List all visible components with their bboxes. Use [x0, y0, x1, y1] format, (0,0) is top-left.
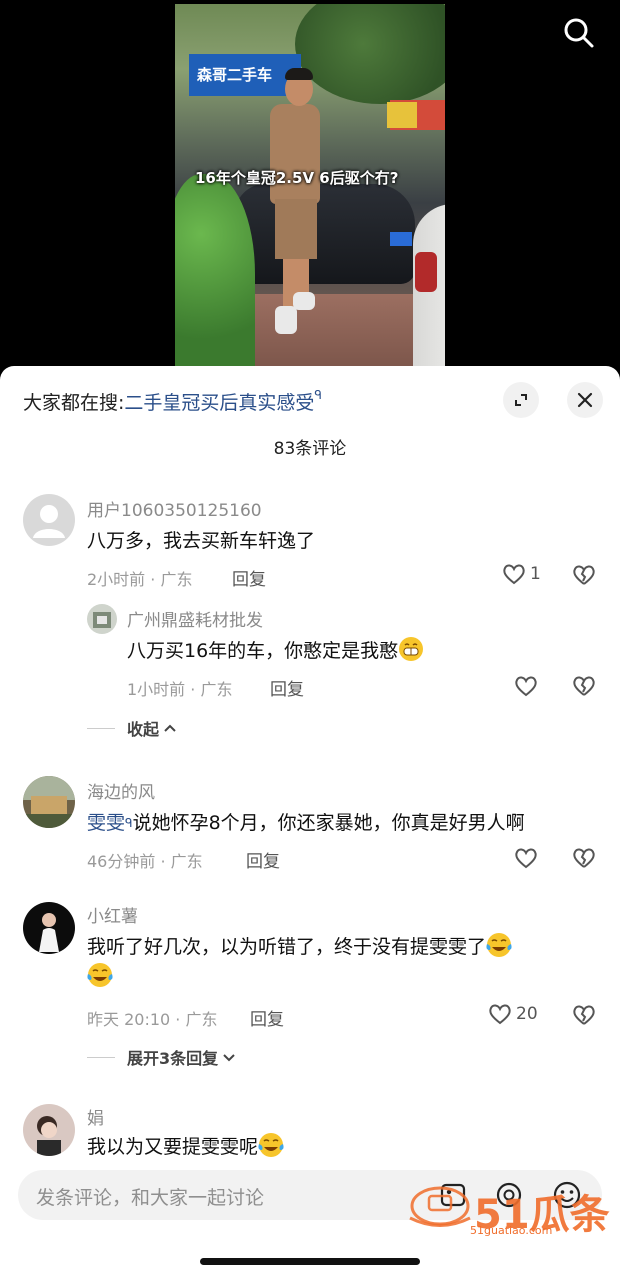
comment-location: 广东: [185, 1010, 218, 1029]
mention-link[interactable]: 雯雯: [87, 812, 125, 834]
meta-separator: ·: [150, 570, 156, 589]
expand-sheet-button[interactable]: [503, 382, 539, 418]
close-button[interactable]: [567, 382, 603, 418]
avatar[interactable]: [23, 494, 75, 546]
collapse-replies-button[interactable]: 收起: [87, 716, 178, 740]
hot-search-query[interactable]: 二手皇冠买后真实感受: [124, 392, 314, 414]
video-person-body: [270, 104, 320, 204]
reply-button[interactable]: 回复: [246, 847, 280, 872]
comment-text-body: 我以为又要提雯雯呢: [87, 1136, 259, 1158]
hot-search-prefix: 大家都在搜:: [23, 392, 125, 414]
comment-meta: 2小时前 · 广东: [87, 566, 192, 590]
broken-heart-icon[interactable]: [572, 1004, 596, 1026]
meta-separator: ·: [160, 852, 166, 871]
video-frame: 森哥二手车 16年个皇冠2.5V 6后驱个冇?: [175, 4, 445, 366]
avatar[interactable]: [23, 902, 75, 954]
grin-emoji-icon: [399, 637, 424, 661]
search-icon[interactable]: [562, 16, 596, 50]
comment-text: 八万多，我去买新车轩逸了: [87, 530, 316, 552]
meta-separator: ·: [190, 680, 196, 699]
tears-of-joy-emoji-icon: [87, 963, 113, 987]
comment-text: 我以为又要提雯雯呢: [87, 1132, 284, 1162]
avatar[interactable]: [23, 1104, 75, 1156]
video-car-plate: [390, 232, 412, 246]
like-button[interactable]: 20: [488, 1003, 538, 1025]
video-tree: [295, 4, 445, 104]
comment-text-body: 八万买16年的车，你憨定是我憨: [127, 640, 399, 662]
broken-heart-icon[interactable]: [572, 564, 596, 586]
broken-heart-icon[interactable]: [572, 847, 596, 869]
comment-location: 广东: [160, 570, 193, 589]
video-player[interactable]: 森哥二手车 16年个皇冠2.5V 6后驱个冇?: [0, 0, 620, 380]
heart-icon: [503, 564, 525, 585]
thread-line: [87, 1056, 115, 1058]
reply-button[interactable]: 回复: [232, 565, 266, 590]
expand-replies-button[interactable]: 展开3条回复: [87, 1045, 237, 1069]
comment-time: 46分钟前: [87, 852, 156, 871]
comment-time: 昨天 20:10: [87, 1010, 171, 1029]
reply-button[interactable]: 回复: [250, 1005, 284, 1030]
comment-username[interactable]: 小红薯: [87, 902, 138, 927]
comment-sheet: 大家都在搜:二手皇冠买后真实感受ᑫ 83条评论 用户1060350125160 …: [0, 366, 620, 1280]
home-indicator[interactable]: [200, 1258, 420, 1265]
comment-text: 八万买16年的车，你憨定是我憨: [127, 636, 424, 666]
search-small-icon: ᑫ: [125, 816, 133, 830]
close-icon: [577, 392, 593, 408]
chevron-down-icon: [223, 1054, 235, 1062]
store-avatar-icon: [93, 612, 111, 628]
comment-username[interactable]: 广州鼎盛耗材批发: [127, 606, 263, 631]
default-avatar-icon: [33, 505, 65, 538]
video-black-car: [235, 184, 415, 284]
person-avatar-icon: [37, 1116, 61, 1156]
comment-time: 2小时前: [87, 570, 146, 589]
expand-replies-label: 展开3条回复: [127, 1049, 219, 1068]
comment-location: 广东: [170, 852, 203, 871]
video-person-shoe: [275, 306, 297, 334]
comment-location: 广东: [200, 680, 233, 699]
video-person-shorts: [275, 199, 317, 259]
house-avatar-icon: [23, 776, 75, 828]
tears-of-joy-emoji-icon: [486, 933, 512, 957]
comment-text-body: 说她怀孕8个月，你还家暴她，你真是好男人啊: [132, 812, 525, 834]
video-person-shoe: [293, 292, 315, 310]
comment-meta: 1小时前 · 广东: [127, 676, 232, 700]
comment-text: 雯雯ᑫ说她怀孕8个月，你还家暴她，你真是好男人啊: [87, 808, 525, 838]
heart-icon[interactable]: [514, 675, 538, 697]
thread-line: [87, 727, 115, 729]
expand-icon: [515, 394, 527, 406]
comment-time: 1小时前: [127, 680, 186, 699]
video-tail-light: [415, 252, 437, 292]
meta-separator: ·: [175, 1010, 181, 1029]
hot-search-bar[interactable]: 大家都在搜:二手皇冠买后真实感受ᑫ: [23, 388, 322, 415]
comment-text: 我听了好几次，以为听错了，终于没有提雯雯了: [87, 932, 587, 992]
collapse-label: 收起: [127, 720, 160, 739]
broken-heart-icon[interactable]: [572, 675, 596, 697]
heart-icon: [489, 1004, 511, 1025]
person-avatar-icon: [39, 913, 59, 952]
tears-of-joy-emoji-icon: [258, 1133, 284, 1157]
comment-username[interactable]: 娟: [87, 1104, 104, 1129]
comment-text-body: 我听了好几次，以为听错了，终于没有提雯雯了: [87, 936, 487, 958]
avatar[interactable]: [23, 776, 75, 828]
like-count: 20: [516, 1004, 538, 1024]
video-shop-sign-yellow: [387, 102, 417, 128]
watermark-url: 51guatiao.com: [470, 1224, 553, 1237]
like-count: 1: [530, 564, 541, 584]
reply-button[interactable]: 回复: [270, 675, 304, 700]
video-caption: 16年个皇冠2.5V 6后驱个冇?: [195, 169, 399, 187]
comment-count-title: 83条评论: [273, 439, 347, 459]
chevron-up-icon: [164, 724, 176, 732]
avatar[interactable]: [87, 604, 117, 634]
video-person-hair: [285, 68, 313, 80]
comment-username[interactable]: 用户1060350125160: [87, 496, 262, 521]
heart-icon[interactable]: [514, 847, 538, 869]
comment-input-placeholder: 发条评论，和大家一起讨论: [36, 1187, 265, 1209]
comment-username[interactable]: 海边的风: [87, 778, 155, 803]
comment-meta: 昨天 20:10 · 广东: [87, 1006, 218, 1030]
comment-meta: 46分钟前 · 广东: [87, 848, 203, 872]
search-small-icon: ᑫ: [314, 388, 322, 402]
like-button[interactable]: 1: [502, 563, 541, 585]
